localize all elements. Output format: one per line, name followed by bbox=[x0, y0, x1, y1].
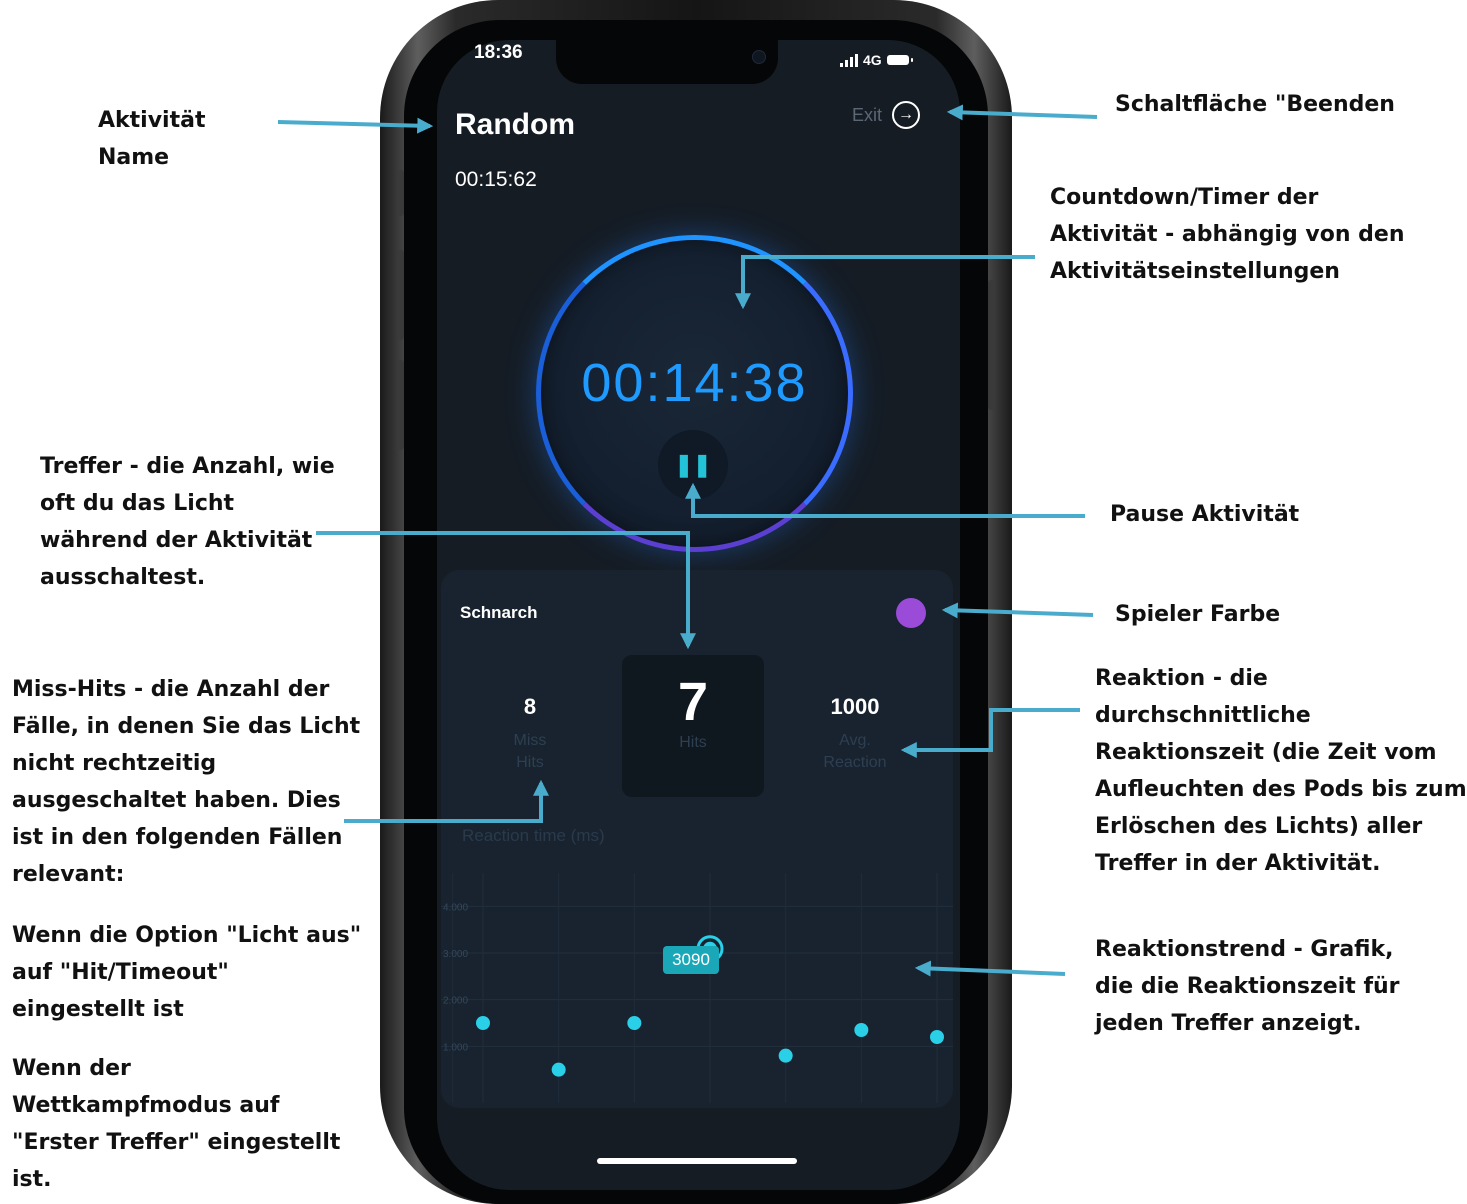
reaction-trend-chart: 4.000 3.000 2.000 1.000 bbox=[441, 873, 953, 1103]
hits-stat: 7 Hits bbox=[622, 672, 764, 754]
battery-icon bbox=[886, 55, 913, 65]
exit-label: Exit bbox=[852, 104, 883, 125]
status-time: 18:36 bbox=[474, 42, 523, 63]
power-button bbox=[988, 280, 994, 410]
hits-value: 7 bbox=[677, 672, 709, 732]
home-indicator[interactable] bbox=[597, 1158, 797, 1164]
pause-icon: ❚❚ bbox=[674, 452, 712, 477]
miss-hits-value: 8 bbox=[523, 694, 537, 719]
avg-reaction-stat: 1000 Avg. Reaction bbox=[795, 694, 915, 774]
chart-point bbox=[778, 1048, 793, 1063]
status-indicators: 4G bbox=[840, 52, 913, 68]
annotation-activity-name: Aktivität Name bbox=[98, 108, 206, 170]
annotation-exit-button: Schaltfläche "Beenden bbox=[1115, 92, 1395, 117]
network-type: 4G bbox=[863, 52, 882, 68]
hits-label: Hits bbox=[679, 734, 707, 751]
annotation-miss-hits: Miss-Hits - die Anzahl der Fälle, in dene… bbox=[12, 677, 361, 887]
annotation-trend: Reaktionstrend - Grafik, die die Reaktion… bbox=[1095, 937, 1400, 1036]
chart-ytick-label: 1.000 bbox=[443, 1042, 468, 1053]
exit-arrow-icon: → bbox=[892, 101, 921, 129]
annotation-player-color: Spieler Farbe bbox=[1115, 602, 1281, 627]
countdown-timer: 00:14:38 bbox=[581, 353, 808, 413]
exit-button[interactable]: Exit → bbox=[852, 101, 921, 129]
activity-name: Random bbox=[455, 108, 575, 141]
avg-reaction-value: 1000 bbox=[830, 694, 880, 719]
player-name: Schnarch bbox=[460, 603, 538, 622]
chart-point bbox=[627, 1016, 642, 1030]
chart-title: Reaction time (ms) bbox=[462, 826, 605, 845]
chart-ytick-label: 4.000 bbox=[443, 902, 468, 913]
miss-hits-label-2: Hits bbox=[516, 754, 544, 771]
chart-point bbox=[476, 1016, 490, 1030]
annotation-miss-case-1: Wenn die Option "Licht aus" auf "Hit/Time… bbox=[12, 923, 362, 1022]
chart-point bbox=[854, 1023, 869, 1037]
highlight-value-tag: 3090 bbox=[663, 946, 719, 974]
camera-icon bbox=[752, 50, 766, 64]
player-color-indicator bbox=[896, 598, 926, 628]
pause-button[interactable]: ❚❚ bbox=[658, 430, 728, 500]
avg-reaction-label-1: Avg. bbox=[839, 732, 871, 749]
annotation-pause: Pause Aktivität bbox=[1110, 502, 1300, 527]
chart-point bbox=[930, 1030, 944, 1044]
signal-icon bbox=[840, 53, 858, 67]
annotation-miss-case-2: Wenn der Wettkampfmodus auf "Erster Treffe… bbox=[12, 1056, 341, 1192]
miss-hits-label-1: Miss bbox=[513, 732, 547, 749]
notch bbox=[556, 40, 778, 84]
annotation-hits: Treffer - die Anzahl, wie oft du das Lich… bbox=[40, 454, 335, 590]
annotation-reaction: Reaktion - die durchschnittliche Reaktions… bbox=[1095, 666, 1467, 876]
elapsed-time: 00:15:62 bbox=[455, 168, 537, 191]
chart-point bbox=[551, 1062, 566, 1077]
chart-ytick-label: 2.000 bbox=[443, 996, 468, 1007]
annotation-timer: Countdown/Timer der Aktivität - abhängig … bbox=[1050, 185, 1405, 284]
miss-hits-stat: 8 Miss Hits bbox=[470, 694, 590, 774]
chart-ytick-label: 3.000 bbox=[443, 949, 468, 960]
avg-reaction-label-2: Reaction bbox=[823, 754, 887, 771]
